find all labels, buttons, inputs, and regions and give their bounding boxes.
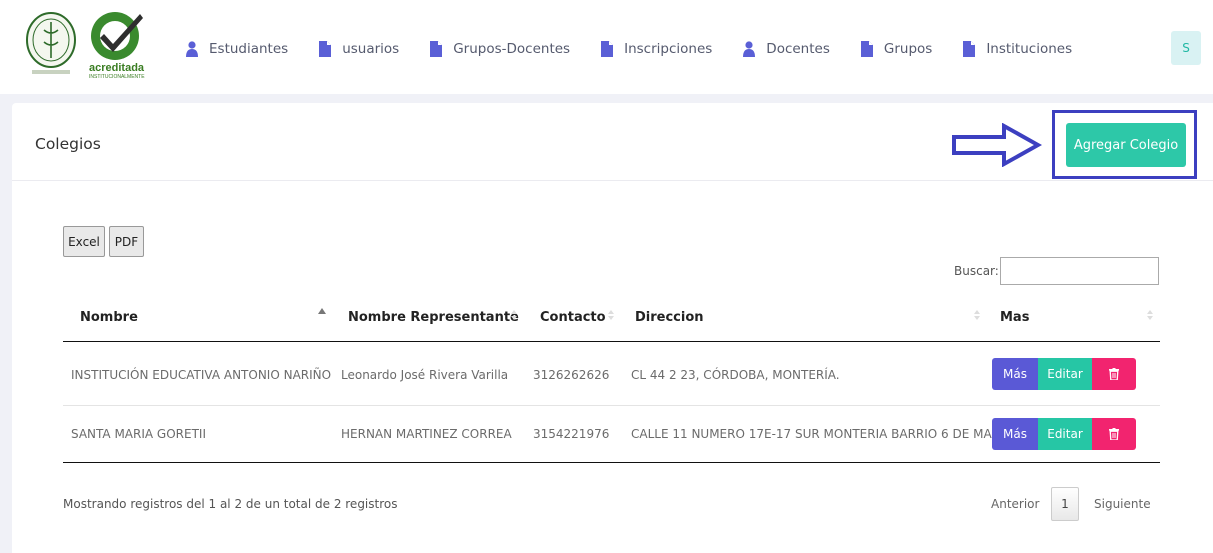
main-nav: Estudiantes usuarios Grupos-Docentes Ins… <box>186 38 1103 60</box>
arrow-right-icon <box>952 123 1042 167</box>
column-header-contacto[interactable]: Contacto <box>540 310 606 325</box>
column-header-nombre[interactable]: Nombre <box>80 310 138 325</box>
nav-label: Instituciones <box>986 41 1073 57</box>
pagination-next[interactable]: Siguiente <box>1094 497 1151 511</box>
delete-button[interactable] <box>1092 418 1136 450</box>
sort-icon[interactable] <box>972 305 982 325</box>
pagination-prev[interactable]: Anterior <box>991 497 1039 511</box>
nav-label: Estudiantes <box>209 41 289 57</box>
nav-estudiantes[interactable]: Estudiantes <box>186 41 288 57</box>
document-icon <box>860 41 873 57</box>
sort-icon[interactable] <box>606 305 616 325</box>
nav-docentes[interactable]: Docentes <box>743 41 830 57</box>
cell-nombre: INSTITUCIÓN EDUCATIVA ANTONIO NARIÑO <box>71 368 332 382</box>
mas-button[interactable]: Más <box>992 418 1038 450</box>
editar-button[interactable]: Editar <box>1038 418 1092 450</box>
sort-icon[interactable] <box>1145 305 1155 325</box>
cell-direccion: CL 44 2 23, CÓRDOBA, MONTERÍA. <box>631 368 840 382</box>
mas-button[interactable]: Más <box>992 358 1038 390</box>
nav-label: Grupos <box>883 41 933 57</box>
top-navbar: acreditada INSTITUCIONALMENTE Estudiante… <box>0 0 1213 94</box>
row-divider <box>63 405 1160 406</box>
sort-icon[interactable] <box>509 305 519 325</box>
page-title: Colegios <box>35 135 101 153</box>
column-header-mas[interactable]: Mas <box>1000 310 1029 325</box>
nav-inscripciones[interactable]: Inscripciones <box>601 41 712 57</box>
export-excel-button[interactable]: Excel <box>63 226 105 257</box>
logo-text: acreditada <box>89 62 145 74</box>
cell-contacto: 3126262626 <box>533 368 610 382</box>
table-footer-divider <box>63 462 1160 463</box>
cell-representante: HERNAN MARTINEZ CORREA <box>341 427 512 441</box>
trash-icon <box>1109 428 1119 440</box>
user-avatar[interactable]: S <box>1171 31 1201 65</box>
pagination-page[interactable]: 1 <box>1051 487 1079 521</box>
document-icon <box>601 41 614 57</box>
cell-direccion: CALLE 11 NUMERO 17E-17 SUR MONTERIA BARR… <box>631 427 1018 441</box>
document-icon <box>319 41 332 57</box>
institution-seal-logo <box>24 10 79 78</box>
delete-button[interactable] <box>1092 358 1136 390</box>
editar-button[interactable]: Editar <box>1038 358 1092 390</box>
document-icon <box>963 41 976 57</box>
search-label: Buscar: <box>954 264 999 278</box>
column-header-direccion[interactable]: Direccion <box>635 310 704 325</box>
accreditation-logo: acreditada INSTITUCIONALMENTE <box>88 8 146 82</box>
nav-label: Docentes <box>766 41 830 57</box>
nav-usuarios[interactable]: usuarios <box>319 41 399 57</box>
logo-subtext: INSTITUCIONALMENTE <box>89 74 145 80</box>
nav-instituciones[interactable]: Instituciones <box>963 41 1072 57</box>
search-input[interactable] <box>1000 257 1159 285</box>
trash-icon <box>1109 368 1119 380</box>
nav-label: usuarios <box>342 41 400 57</box>
cell-contacto: 3154221976 <box>533 427 610 441</box>
document-icon <box>430 41 443 57</box>
cell-representante: Leonardo José Rivera Varilla <box>341 368 509 382</box>
cell-nombre: SANTA MARIA GORETII <box>71 427 206 441</box>
table-header-divider <box>63 341 1160 342</box>
column-header-representante[interactable]: Nombre Representante <box>348 310 519 325</box>
colegios-card: Colegios <box>12 103 1213 553</box>
sort-asc-icon[interactable] <box>317 305 327 325</box>
person-icon <box>743 41 756 57</box>
nav-label: Inscripciones <box>624 41 713 57</box>
nav-label: Grupos-Docentes <box>453 41 571 57</box>
add-colegio-button[interactable]: Agregar Colegio <box>1066 123 1186 167</box>
nav-grupos[interactable]: Grupos <box>860 41 933 57</box>
person-icon <box>186 41 198 57</box>
nav-grupos-docentes[interactable]: Grupos-Docentes <box>430 41 570 57</box>
export-pdf-button[interactable]: PDF <box>109 226 144 257</box>
table-info: Mostrando registros del 1 al 2 de un tot… <box>63 497 398 511</box>
